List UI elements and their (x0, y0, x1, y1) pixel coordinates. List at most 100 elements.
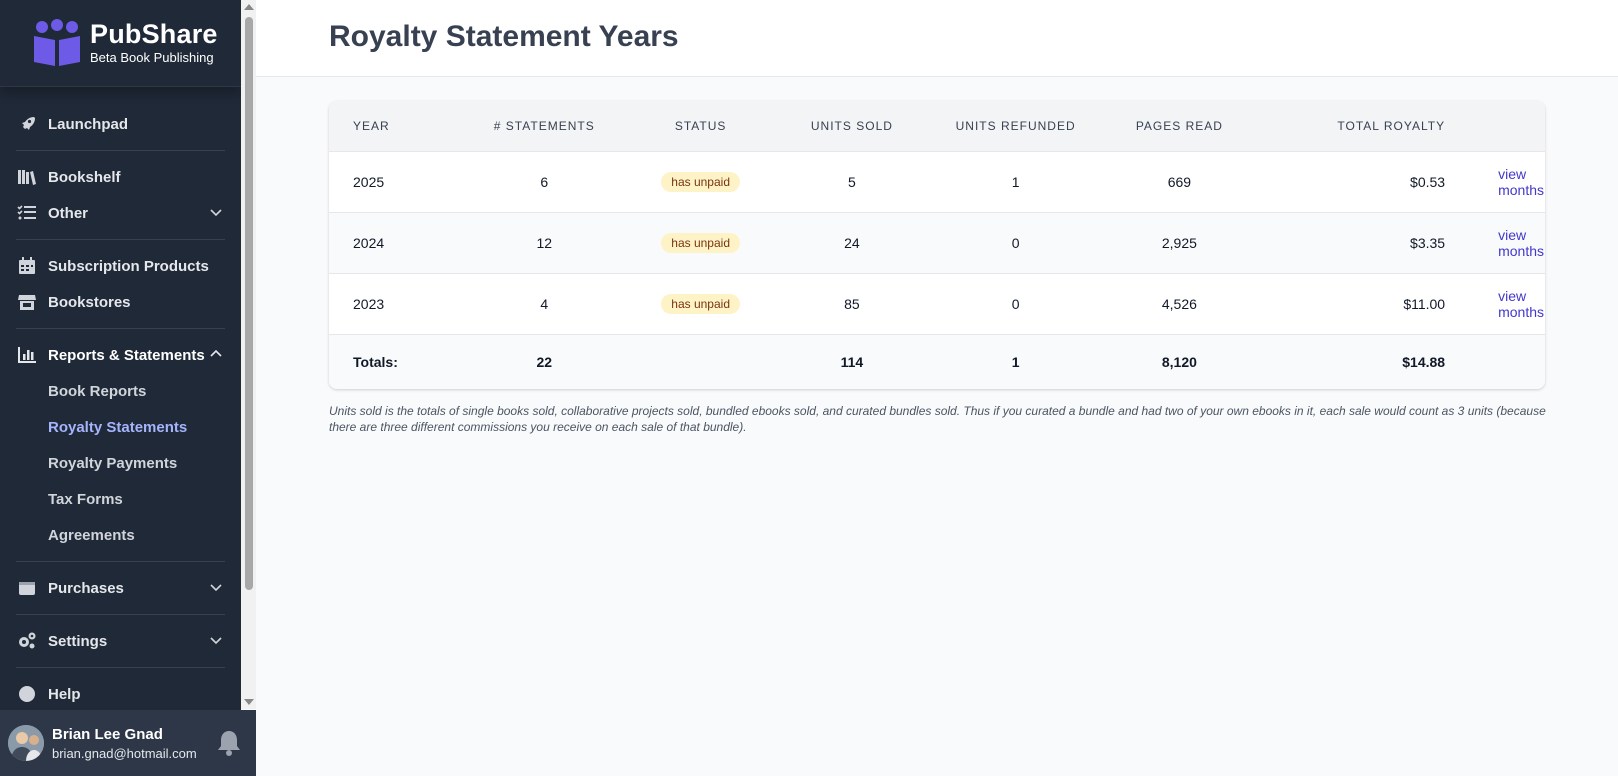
royalty-years-table: Year # Statements Status Units Sold Unit… (329, 101, 1545, 389)
gears-icon (16, 631, 38, 651)
view-months-link[interactable]: view months (1498, 227, 1544, 259)
status-badge: has unpaid (661, 233, 740, 253)
cell-units-refunded: 1 (927, 151, 1104, 213)
nav-divider (16, 561, 225, 562)
cell-units-sold: 5 (776, 151, 928, 213)
sidebar-item-purchases[interactable]: Purchases (0, 570, 241, 606)
cell-statements: 6 (463, 151, 625, 213)
table-row: 2024 12 has unpaid 24 0 2,925 $3.35 view… (329, 212, 1545, 274)
avatar[interactable] (8, 725, 44, 761)
scroll-up-arrow-icon[interactable] (244, 4, 254, 10)
sidebar-item-bookshelf[interactable]: Bookshelf (0, 159, 241, 195)
user-name: Brian Lee Gnad (52, 725, 163, 743)
sidebar-item-label: Other (48, 204, 89, 222)
user-profile-bar[interactable]: Brian Lee Gnad brian.gnad@hotmail.com (0, 710, 256, 776)
sidebar-item-label: Bookstores (48, 293, 131, 311)
sidebar-scrollbar[interactable] (241, 0, 256, 709)
table-header-row: Year # Statements Status Units Sold Unit… (329, 101, 1545, 152)
page-header: Royalty Statement Years (256, 0, 1618, 77)
chevron-up-icon (210, 349, 222, 357)
cell-year: 2025 (329, 151, 464, 213)
units-sold-footnote: Units sold is the totals of single books… (329, 404, 1546, 434)
sidebar-item-subscription-products[interactable]: Subscription Products (0, 248, 241, 284)
brand-subtitle: Beta Book Publishing (90, 50, 214, 65)
header-units-sold: Units Sold (776, 101, 928, 152)
cell-pages-read: 4,526 (1103, 273, 1255, 335)
scroll-down-arrow-icon[interactable] (244, 699, 254, 705)
cell-statements: 4 (463, 273, 625, 335)
cell-total-royalty: $11.00 (1255, 273, 1446, 335)
totals-statements: 22 (463, 334, 625, 389)
header-statements: # Statements (463, 101, 625, 152)
brand-name: PubShare (90, 19, 218, 49)
cell-statements: 12 (463, 212, 625, 274)
sidebar-item-label: Reports & Statements (48, 346, 205, 364)
cell-year: 2023 (329, 273, 464, 335)
sidebar-subitem-agreements[interactable]: Agreements (0, 517, 241, 553)
sidebar-subitem-tax-forms[interactable]: Tax Forms (0, 481, 241, 517)
cell-units-sold: 24 (776, 212, 928, 274)
sidebar-item-other[interactable]: Other (0, 195, 241, 231)
header-units-refunded: Units Refunded (927, 101, 1104, 152)
table-row: 2025 6 has unpaid 5 1 669 $0.53 view mon… (329, 151, 1545, 213)
totals-row: Totals: 22 114 1 8,120 $14.88 (329, 334, 1545, 389)
sidebar-nav: Launchpad Bookshelf Other Subscription P… (0, 106, 241, 712)
cell-units-refunded: 0 (927, 273, 1104, 335)
table-row: 2023 4 has unpaid 85 0 4,526 $11.00 view… (329, 273, 1545, 335)
cell-units-refunded: 0 (927, 212, 1104, 274)
cell-units-sold: 85 (776, 273, 928, 335)
pubshare-logo-icon (34, 19, 80, 66)
cell-pages-read: 2,925 (1103, 212, 1255, 274)
status-badge: has unpaid (661, 294, 740, 314)
books-icon (16, 167, 38, 187)
sidebar-item-label: Subscription Products (48, 257, 209, 275)
nav-divider (16, 614, 225, 615)
totals-units-refunded: 1 (927, 334, 1104, 389)
sidebar-item-bookstores[interactable]: Bookstores (0, 284, 241, 320)
page-title: Royalty Statement Years (329, 20, 679, 53)
nav-divider (16, 667, 225, 668)
totals-units-sold: 114 (776, 334, 928, 389)
header-actions (1445, 101, 1545, 152)
sidebar-item-label: Purchases (48, 579, 124, 597)
nav-divider (16, 328, 225, 329)
list-check-icon (16, 203, 38, 223)
bell-icon[interactable] (216, 729, 242, 757)
status-badge: has unpaid (661, 172, 740, 192)
header-pages-read: Pages Read (1103, 101, 1255, 152)
nav-divider (16, 239, 225, 240)
bar-chart-icon (16, 345, 38, 365)
cell-pages-read: 669 (1103, 151, 1255, 213)
totals-label: Totals: (329, 334, 464, 389)
sidebar-subitem-royalty-payments[interactable]: Royalty Payments (0, 445, 241, 481)
chevron-down-icon (210, 584, 222, 592)
cell-year: 2024 (329, 212, 464, 274)
sidebar-item-settings[interactable]: Settings (0, 623, 241, 659)
sidebar-item-label: Bookshelf (48, 168, 121, 186)
cell-total-royalty: $3.35 (1255, 212, 1446, 274)
help-icon (16, 684, 38, 704)
cell-total-royalty: $0.53 (1255, 151, 1446, 213)
chevron-down-icon (210, 209, 222, 217)
header-year: Year (329, 101, 464, 152)
sidebar-item-label: Help (48, 685, 81, 703)
scroll-thumb[interactable] (245, 17, 253, 590)
header-status: Status (624, 101, 777, 152)
sidebar-item-label: Settings (48, 632, 108, 650)
sidebar-item-reports-statements[interactable]: Reports & Statements (0, 337, 241, 373)
nav-divider (16, 150, 225, 151)
calendar-icon (16, 256, 38, 276)
view-months-link[interactable]: view months (1498, 288, 1544, 320)
brand-header[interactable]: PubShare Beta Book Publishing (0, 0, 241, 87)
sidebar-item-help[interactable]: Help (0, 676, 241, 712)
wallet-icon (16, 578, 38, 598)
sidebar-subitem-book-reports[interactable]: Book Reports (0, 373, 241, 409)
user-email: brian.gnad@hotmail.com (52, 745, 197, 761)
totals-pages-read: 8,120 (1103, 334, 1255, 389)
sidebar: PubShare Beta Book Publishing Launchpad … (0, 0, 241, 776)
store-icon (16, 292, 38, 312)
chevron-down-icon (210, 637, 222, 645)
sidebar-subitem-royalty-statements[interactable]: Royalty Statements (0, 409, 241, 445)
view-months-link[interactable]: view months (1498, 166, 1544, 198)
sidebar-item-launchpad[interactable]: Launchpad (0, 106, 241, 142)
